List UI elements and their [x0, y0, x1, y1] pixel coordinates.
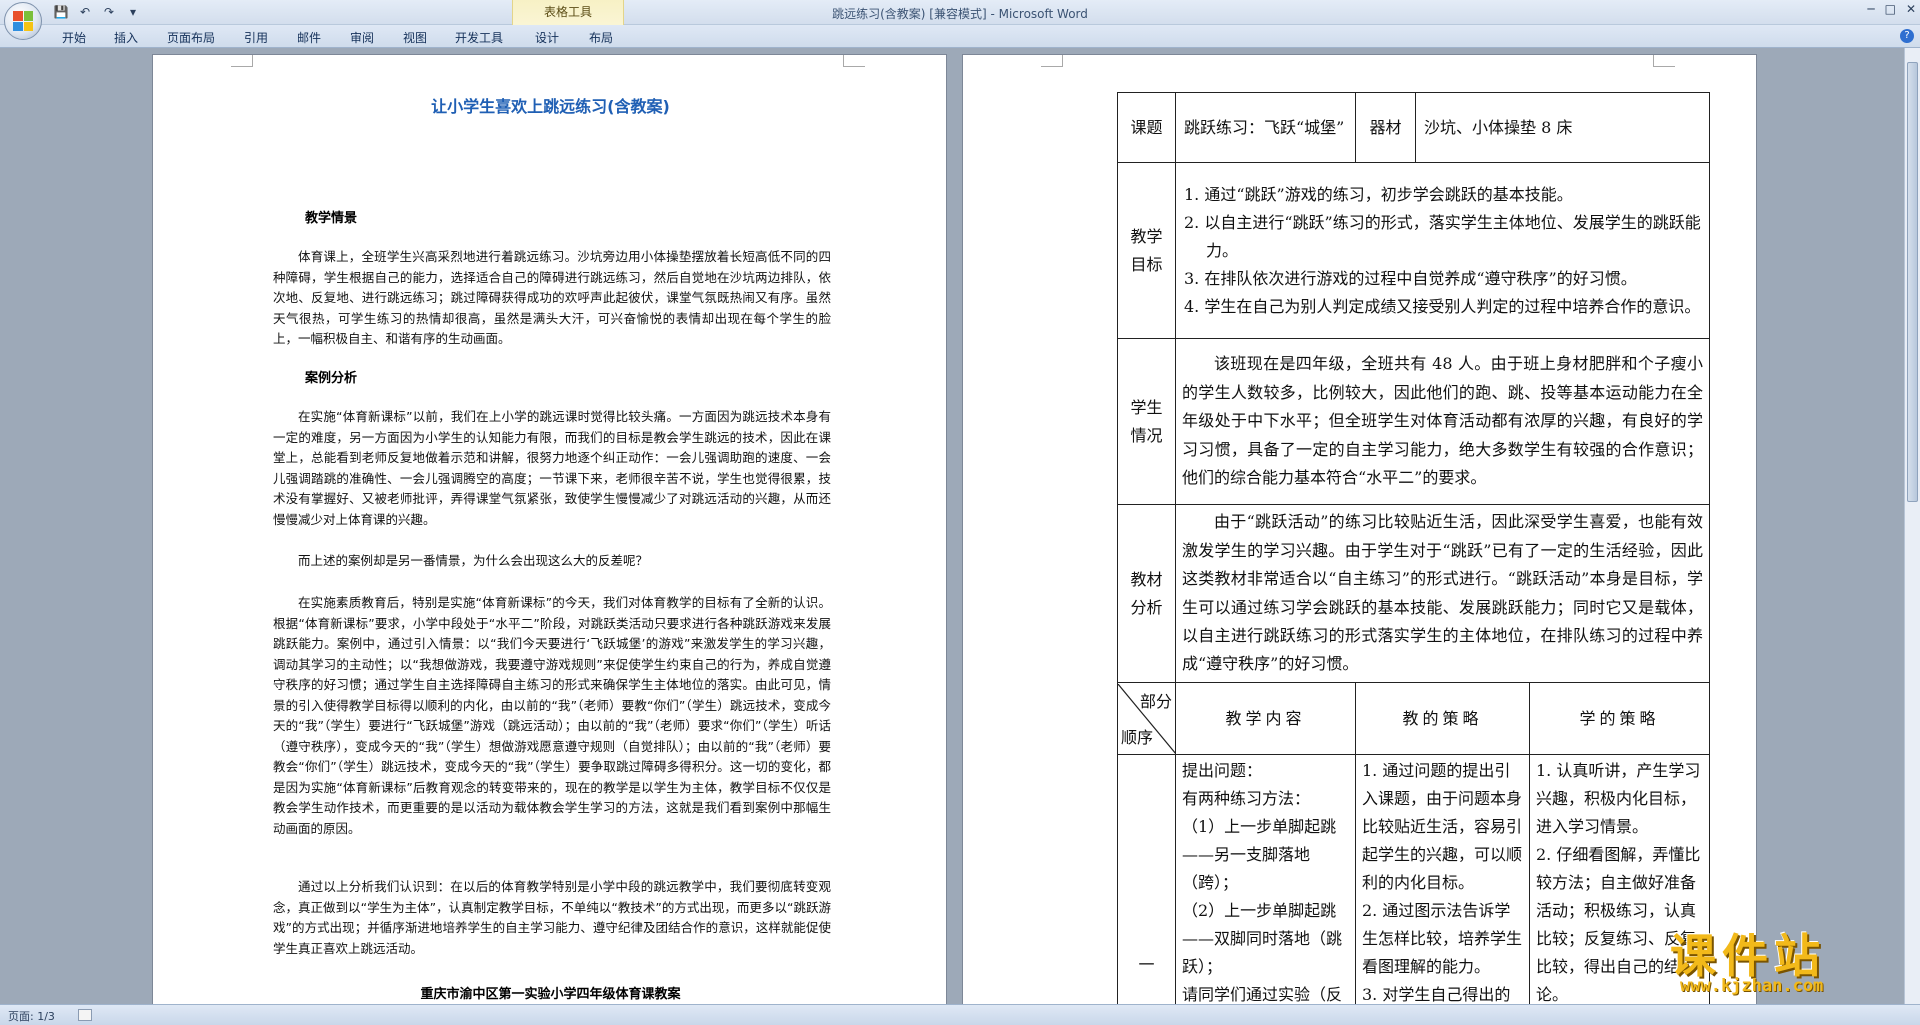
help-icon[interactable]: ? [1900, 29, 1914, 43]
school-line: 重庆市渝中区第一实验小学四年级体育课教案 [420, 987, 681, 1002]
heading-teaching-scene: 教学情景 [305, 211, 358, 226]
scrollbar-thumb[interactable] [1907, 62, 1918, 502]
tab-mailings[interactable]: 邮件 [297, 29, 321, 46]
tab-developer[interactable]: 开发工具 [455, 29, 503, 46]
students-cell[interactable]: 该班现在是四年级，全班共有 48 人。由于班上身材肥胖和个子瘦小的学生人数较多，… [1174, 338, 1711, 505]
header-teaching-strategy[interactable]: 教的策略 [1355, 682, 1530, 755]
paragraph: 体育课上，全班学生兴高采烈地进行着跳远练习。沙坑旁边用小体操垫摆放着长短高低不同… [273, 249, 831, 346]
office-logo-icon [13, 11, 33, 31]
material-text: 由于“跳跃活动”的练习比较贴近生活，因此深受学生喜爱，也能有效激发学生的学习兴趣… [1182, 512, 1704, 674]
content-cell[interactable]: 提出问题： 有两种练习方法： （1）上一步单脚起跳——另一支脚落地（跨）； （2… [1175, 754, 1356, 1004]
minimize-icon[interactable]: ─ [1867, 2, 1874, 16]
watermark-url: www.kjzhan.com [1680, 976, 1824, 996]
proofing-icon[interactable] [78, 1009, 92, 1021]
margin-mark [843, 55, 865, 67]
teach-strategy-cell[interactable]: 1. 通过问题的提出引入课题，由于问题本身比较贴近生活，容易引起学生的兴趣，可以… [1355, 754, 1530, 1004]
page-indicator[interactable]: 页面: 1/3 [8, 1008, 55, 1024]
part-seq[interactable]: 一 [1117, 754, 1176, 1004]
goal-item: 2. 以自主进行“跳跃”练习的形式，落实学生主体地位、发展学生的跳跃能力。 [1184, 212, 1701, 260]
window-controls: ─ □ ✕ [1867, 2, 1916, 16]
equipment-label[interactable]: 器材 [1355, 92, 1416, 163]
tab-review[interactable]: 审阅 [350, 29, 374, 46]
tab-page-layout[interactable]: 页面布局 [167, 29, 215, 46]
tab-table-layout[interactable]: 布局 [589, 29, 613, 46]
paragraph: 在实施素质教育后，特别是实施“体育新课标”的今天，我们对体育教学的目标有了全新的… [273, 595, 831, 836]
paragraph: 通过以上分析我们认识到：在以后的体育教学特别是小学中段的跳远教学中，我们要彻底转… [273, 879, 831, 956]
table-header-row: 部分 顺序 教学内容 教的策略 学的策略 [1117, 682, 1711, 755]
goal-item: 3. 在排队依次进行游戏的过程中自觉养成“遵守秩序”的好习惯。 [1184, 268, 1637, 288]
margin-mark [231, 55, 253, 67]
goals-label[interactable]: 教学 目标 [1117, 162, 1176, 339]
topic-label[interactable]: 课题 [1117, 92, 1176, 163]
diag-top-label: 部分 [1139, 691, 1172, 711]
maximize-icon[interactable]: □ [1885, 2, 1896, 16]
heading-case-analysis: 案例分析 [305, 371, 358, 386]
diag-bottom-label: 顺序 [1121, 727, 1154, 747]
page-2[interactable]: 课题 跳跃练习：飞跃“城堡” 器材 沙坑、小体操垫 8 床 教学 目标 1. 通过… [962, 54, 1757, 1004]
document-title: 让小学生喜欢上跳远练习(含教案) [431, 97, 670, 116]
table-row: 教材 分析 由于“跳跃活动”的练习比较贴近生活，因此深受学生喜爱，也能有效激发学生… [1117, 504, 1711, 683]
table-row: 一 提出问题： 有两种练习方法： （1）上一步单脚起跳——另一支脚落地（跨）； … [1117, 754, 1711, 1004]
goal-item: 1. 通过“跳跃”游戏的练习，初步学会跳跃的基本技能。 [1184, 184, 1573, 204]
site-watermark: 课件站 www.kjzhan.com [1660, 920, 1910, 1006]
tab-view[interactable]: 视图 [403, 29, 427, 46]
vertical-scrollbar[interactable] [1904, 48, 1920, 1004]
paragraph: 而上述的案例却是另一番情景，为什么会出现这么大的反差呢？ [298, 553, 649, 568]
students-text: 该班现在是四年级，全班共有 48 人。由于班上身材肥胖和个子瘦小的学生人数较多，… [1182, 354, 1704, 488]
header-learning-strategy[interactable]: 学的策略 [1528, 682, 1711, 755]
margin-mark [1653, 55, 1675, 67]
tab-table-design[interactable]: 设计 [535, 29, 559, 46]
ribbon-tab-bar: 开始 插入 页面布局 引用 邮件 审阅 视图 开发工具 设计 布局 ? [0, 25, 1920, 48]
table-row: 学生 情况 该班现在是四年级，全班共有 48 人。由于班上身材肥胖和个子瘦小的学生… [1117, 338, 1711, 505]
office-button[interactable] [4, 2, 42, 40]
table-row: 教学 目标 1. 通过“跳跃”游戏的练习，初步学会跳跃的基本技能。 2. 以自主进… [1117, 162, 1711, 339]
tab-insert[interactable]: 插入 [114, 29, 138, 46]
tab-home[interactable]: 开始 [62, 29, 86, 46]
close-icon[interactable]: ✕ [1906, 2, 1916, 16]
status-bar: 页面: 1/3 [0, 1004, 1920, 1025]
header-content[interactable]: 教学内容 [1175, 682, 1356, 755]
material-label[interactable]: 教材 分析 [1117, 504, 1176, 683]
goals-cell[interactable]: 1. 通过“跳跃”游戏的练习，初步学会跳跃的基本技能。 2. 以自主进行“跳跃”… [1174, 162, 1711, 339]
table-row: 课题 跳跃练习：飞跃“城堡” 器材 沙坑、小体操垫 8 床 [1117, 92, 1711, 163]
goal-item: 4. 学生在自己为别人判定成绩又接受别人判定的过程中培养合作的意识。 [1184, 296, 1701, 316]
title-bar: 💾 ↶ ↷ ▾ 跳远练习(含教案) [兼容模式] - Microsoft Wor… [0, 0, 1920, 25]
students-label[interactable]: 学生 情况 [1117, 338, 1176, 505]
diagonal-header-cell[interactable]: 部分 顺序 [1117, 682, 1176, 755]
paragraph: 在实施“体育新课标”以前，我们在上小学的跳远课时觉得比较头痛。一方面因为跳远技术… [273, 409, 831, 527]
lesson-plan-table[interactable]: 课题 跳跃练习：飞跃“城堡” 器材 沙坑、小体操垫 8 床 教学 目标 1. 通过… [1117, 92, 1711, 1004]
topic-value[interactable]: 跳跃练习：飞跃“城堡” [1175, 92, 1356, 163]
margin-mark [1041, 55, 1063, 67]
document-canvas: 让小学生喜欢上跳远练习(含教案) 教学情景 体育课上，全班学生兴高采烈地进行着跳… [0, 48, 1904, 1004]
material-cell[interactable]: 由于“跳跃活动”的练习比较贴近生活，因此深受学生喜爱，也能有效激发学生的学习兴趣… [1174, 504, 1711, 683]
tab-references[interactable]: 引用 [244, 29, 268, 46]
window-title: 跳远练习(含教案) [兼容模式] - Microsoft Word [832, 7, 1088, 21]
equipment-value[interactable]: 沙坑、小体操垫 8 床 [1414, 92, 1711, 163]
page-1[interactable]: 让小学生喜欢上跳远练习(含教案) 教学情景 体育课上，全班学生兴高采烈地进行着跳… [152, 54, 947, 1004]
